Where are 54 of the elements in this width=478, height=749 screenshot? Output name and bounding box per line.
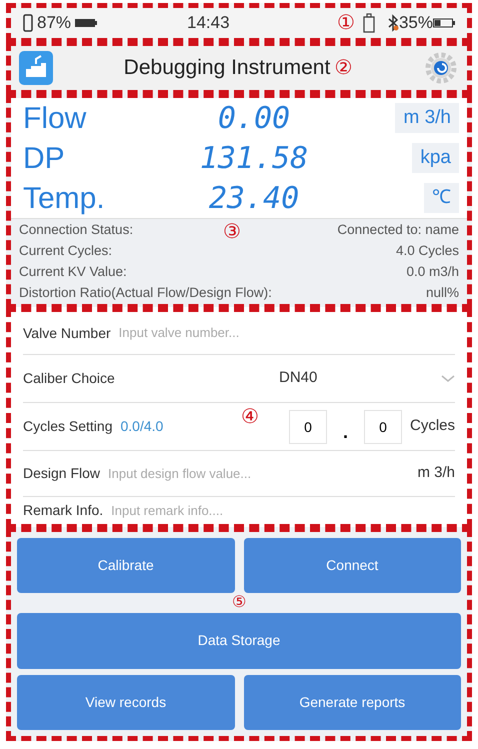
settings-icon bbox=[425, 52, 457, 84]
action-button[interactable]: Calibrate bbox=[17, 538, 234, 594]
action-button[interactable]: View records bbox=[17, 674, 234, 730]
action-button[interactable]: Generate reports bbox=[244, 674, 461, 730]
clock-time: 14:43 bbox=[187, 12, 230, 34]
field-label: Cycles Setting bbox=[23, 417, 112, 436]
unit-label: m 3/h bbox=[417, 463, 455, 484]
unit-label: kpa bbox=[412, 142, 459, 174]
app-logo-icon bbox=[19, 51, 53, 85]
info-label: Current KV Value: bbox=[19, 262, 127, 281]
unit-label: m 3/h bbox=[395, 102, 459, 134]
reading-label: DP bbox=[22, 140, 66, 176]
annotation-marker: ② bbox=[334, 58, 352, 78]
action-button[interactable]: Connect bbox=[244, 538, 461, 594]
field-label: Design Flow bbox=[23, 464, 100, 483]
annotation-marker: ① bbox=[336, 13, 355, 33]
unit-label: Cycles bbox=[410, 416, 455, 436]
info-value: 0.0 m3/h bbox=[406, 262, 459, 281]
info-label: Current Cycles: bbox=[19, 242, 112, 260]
field-label: Caliber Choice bbox=[23, 369, 116, 388]
chevron-down-icon bbox=[441, 374, 455, 382]
cycles-decimal-field[interactable]: 0 bbox=[364, 410, 402, 444]
unit-label: ℃ bbox=[424, 182, 459, 214]
annotation-marker: ③ bbox=[223, 222, 241, 242]
phone-icon bbox=[23, 14, 33, 32]
bluetooth-icon bbox=[386, 14, 399, 32]
reading-value: 131.58 bbox=[198, 140, 310, 178]
info-value: 4.0 Cycles bbox=[396, 242, 459, 260]
field-label: Valve Number bbox=[23, 324, 111, 342]
caliber-dropdown[interactable]: DN40 bbox=[273, 367, 455, 390]
cycles-whole-field[interactable]: 0 bbox=[288, 410, 327, 444]
settings-button[interactable] bbox=[423, 50, 459, 86]
annotation-marker: ⑤ bbox=[232, 595, 246, 612]
info-value: Connected to: name bbox=[337, 220, 459, 239]
device-battery-percent: 35% bbox=[398, 12, 433, 34]
reading-value: 0.00 bbox=[216, 100, 292, 138]
battery-icon bbox=[75, 18, 98, 28]
field-label: Remark Info. bbox=[23, 501, 104, 520]
input-field[interactable]: Input design flow value... bbox=[108, 464, 410, 484]
info-label: Connection Status: bbox=[19, 220, 134, 239]
decimal-point: . bbox=[342, 421, 348, 444]
reading-value: 23.40 bbox=[208, 180, 300, 218]
reading-label: Temp. bbox=[22, 180, 106, 216]
reading-label: Flow bbox=[22, 100, 88, 136]
app-title: Debugging Instrument bbox=[124, 55, 330, 82]
info-label: Distortion Ratio(Actual Flow/Design Flow): bbox=[19, 284, 272, 302]
input-field[interactable]: Input remark info.... bbox=[111, 500, 455, 520]
phone-battery-percent: 87% bbox=[37, 12, 72, 34]
info-value: null% bbox=[426, 284, 459, 302]
input-field[interactable]: Input valve number... bbox=[118, 323, 455, 343]
battery-outline-icon bbox=[362, 13, 375, 33]
action-button[interactable]: Data Storage bbox=[17, 613, 461, 669]
battery-icon bbox=[433, 18, 455, 28]
annotation-marker: ④ bbox=[241, 407, 259, 427]
